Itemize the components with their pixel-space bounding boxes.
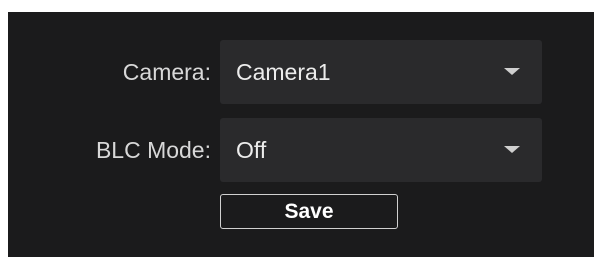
camera-select[interactable]: Camera1 [220, 40, 542, 104]
camera-label: Camera: [122, 59, 211, 85]
blc-mode-row: BLC Mode: Off [8, 118, 594, 182]
chevron-down-icon [504, 68, 520, 75]
settings-panel: Camera: Camera1 BLC Mode: Off Save [8, 12, 594, 257]
chevron-down-icon [504, 146, 520, 153]
save-button[interactable]: Save [220, 194, 398, 229]
blc-mode-select[interactable]: Off [220, 118, 542, 182]
camera-row: Camera: Camera1 [8, 40, 594, 104]
blc-mode-select-value: Off [236, 137, 267, 163]
blc-mode-label: BLC Mode: [95, 137, 211, 163]
camera-select-value: Camera1 [236, 59, 331, 85]
